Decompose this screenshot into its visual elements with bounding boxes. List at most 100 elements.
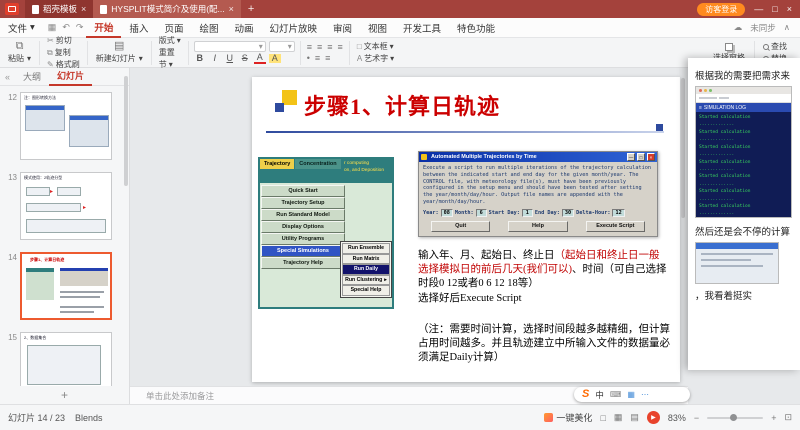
more-options-icon[interactable]: ⋯ — [641, 390, 649, 399]
play-slideshow-button[interactable]: ▶ — [647, 411, 660, 424]
submenu-item: Run Ensemble — [342, 243, 390, 254]
theme-name[interactable]: Blends — [75, 413, 103, 423]
underline-button[interactable]: U — [224, 53, 236, 63]
add-slide-button[interactable]: + — [0, 386, 129, 404]
align-center-icon[interactable]: ≡ — [316, 42, 323, 52]
font-size-select[interactable]: ▾ — [269, 41, 295, 52]
slide-body-text[interactable]: 输入年、月、起始日、终止日（起始日和终止日一般选择模拟日的前后几天(我们可以)、… — [418, 249, 668, 306]
menu-tab-draw[interactable]: 绘图 — [191, 18, 226, 38]
undo-icon[interactable]: ↶ — [59, 22, 73, 33]
close-tab-icon[interactable]: × — [81, 4, 86, 14]
file-menu[interactable]: 文件▾ — [0, 21, 45, 35]
menu-tab-review[interactable]: 审阅 — [325, 18, 360, 38]
italic-button[interactable]: I — [209, 53, 221, 63]
ime-logo[interactable]: S — [582, 389, 589, 400]
menu-tab-devtools[interactable]: 开发工具 — [395, 18, 449, 38]
end-day-field: 30 — [562, 209, 574, 217]
tab-slides[interactable]: 幻灯片 — [49, 68, 92, 86]
fit-to-window-icon[interactable]: ⊡ — [784, 412, 792, 423]
keyboard-icon[interactable]: ⌨ — [610, 390, 622, 399]
simulation-log-panel: ≡ SIMULATION LOG Started calculation ...… — [696, 103, 791, 217]
beautify-button[interactable]: 一键美化 — [544, 411, 592, 424]
start-day-field: 1 — [522, 209, 533, 217]
zoom-slider-thumb[interactable] — [730, 414, 737, 421]
sidebar-scrollbar[interactable] — [124, 76, 128, 186]
slide-note-text[interactable]: （注：需要时间计算，选择时间段越多越精细，但计算占用时间越多。并且轨迹建立中所输… — [418, 323, 670, 366]
zoom-slider[interactable] — [707, 417, 763, 419]
reading-view-icon[interactable]: ▤ — [630, 412, 639, 423]
font-family-select[interactable]: ▾ — [194, 41, 266, 52]
menu-tab-animation[interactable]: 动画 — [226, 18, 261, 38]
slide-thumbnail-12[interactable]: 12 注：图形转换方法 — [4, 92, 121, 160]
chat-window[interactable]: 根据我的需要把需求来 ≡ SIMULATION LOG Started calc… — [688, 58, 800, 370]
thumbnail-preview[interactable]: 注：图形转换方法 — [20, 92, 112, 160]
layout-button[interactable]: 版式▾ — [157, 35, 183, 46]
zoom-in-icon[interactable]: + — [771, 413, 776, 423]
thumbnail-preview[interactable]: 2、数据集合 — [20, 332, 112, 386]
submenu-item: Special Help — [342, 285, 390, 296]
document-tab-docer[interactable]: 稻壳模板 × — [25, 0, 93, 18]
menu-tab-features[interactable]: 特色功能 — [449, 18, 503, 38]
chat-image-simulation-log[interactable]: ≡ SIMULATION LOG Started calculation ...… — [695, 86, 792, 218]
strikethrough-button[interactable]: S — [239, 53, 251, 63]
new-tab-button[interactable]: + — [248, 3, 254, 15]
thumbnail-preview[interactable]: 步骤1、计算日轨迹 — [20, 252, 112, 320]
minimize-button[interactable]: — — [754, 4, 763, 14]
align-left-icon[interactable]: ≡ — [306, 42, 313, 52]
collapse-panel-icon[interactable]: « — [0, 72, 15, 82]
thumbnail-preview[interactable]: 模式使用：2轨迹分型 ▸ ▸ — [20, 172, 112, 240]
reset-button[interactable]: 重置 — [157, 47, 183, 58]
slide-thumbnail-14-selected[interactable]: 14 步骤1、计算日轨迹 — [4, 252, 121, 320]
titlebar: 稻壳模板 × HYSPLIT模式简介及使用(配... × + 访客登录 — □ … — [0, 0, 800, 18]
wps-logo-icon[interactable] — [5, 3, 19, 15]
toolbox-icon[interactable]: ▦ — [627, 390, 635, 399]
slide-sorter-icon[interactable]: ▦ — [614, 412, 623, 423]
find-button[interactable]: 查找 — [761, 41, 789, 52]
align-right-icon[interactable]: ≡ — [326, 42, 333, 52]
slide-title[interactable]: 步骤1、计算日轨迹 — [304, 89, 500, 121]
zoom-level[interactable]: 83% — [668, 413, 686, 423]
menu-tab-insert[interactable]: 插入 — [121, 18, 156, 38]
tab-outline[interactable]: 大纲 — [15, 68, 49, 86]
highlight-button[interactable]: A — [269, 54, 281, 64]
slide-thumbnail-13[interactable]: 13 模式使用：2轨迹分型 ▸ ▸ — [4, 172, 121, 240]
search-icon — [763, 44, 769, 50]
sync-status[interactable]: 未同步 — [750, 22, 776, 34]
collapse-ribbon-icon[interactable]: ∧ — [784, 22, 790, 33]
bold-button[interactable]: B — [194, 53, 206, 63]
paste-button[interactable]: ⧉ 粘贴▾ — [5, 41, 34, 64]
normal-view-icon[interactable]: □ — [600, 413, 605, 423]
canvas-scrollbar[interactable] — [681, 78, 685, 218]
hysplit-tab-trajectory: Trajectory — [260, 159, 294, 169]
copy-button[interactable]: ⧉复制 — [45, 47, 82, 58]
new-slide-button[interactable]: ▤ 新建幻灯片▾ — [93, 41, 146, 64]
dialog-title: Automated Multiple Trajectories by Time — [429, 154, 625, 160]
textbox-button[interactable]: □文本框▾ — [355, 41, 396, 52]
divider — [39, 41, 40, 65]
font-color-button[interactable]: A — [254, 53, 266, 65]
bullet-list-icon[interactable]: • — [306, 53, 311, 63]
redo-icon[interactable]: ↷ — [73, 22, 87, 33]
line-spacing-icon[interactable]: ≡ — [324, 53, 331, 63]
justify-icon[interactable]: ≡ — [337, 42, 344, 52]
maximize-button[interactable]: □ — [772, 4, 777, 14]
login-button[interactable]: 访客登录 — [697, 3, 745, 16]
zoom-out-icon[interactable]: − — [694, 413, 699, 423]
menu-tab-home[interactable]: 开始 — [86, 18, 121, 38]
close-tab-icon[interactable]: × — [229, 4, 234, 14]
menu-tab-view[interactable]: 视图 — [360, 18, 395, 38]
save-icon[interactable]: ▦ — [45, 22, 60, 33]
tab-label: 稻壳模板 — [43, 3, 77, 15]
cut-button[interactable]: ✂剪切 — [45, 35, 82, 46]
copy-icon: ⧉ — [47, 48, 53, 58]
menu-tab-slideshow[interactable]: 幻灯片放映 — [261, 18, 325, 38]
ime-language-mode[interactable]: 中 — [595, 389, 604, 401]
chat-image-thumbnail[interactable] — [695, 242, 779, 284]
wordart-button[interactable]: A艺术字▾ — [355, 53, 396, 64]
close-window-button[interactable]: × — [787, 4, 792, 14]
document-tab-active[interactable]: HYSPLIT模式简介及使用(配... × — [93, 0, 241, 18]
slide-thumbnail-15[interactable]: 15 2、数据集合 — [4, 332, 121, 386]
ime-toolbar[interactable]: S 中 ⌨ ▦ ⋯ — [574, 387, 690, 402]
slide-canvas[interactable]: 步骤1、计算日轨迹 Trajectory Concentration r com… — [252, 77, 680, 382]
numbered-list-icon[interactable]: ≡ — [314, 53, 321, 63]
